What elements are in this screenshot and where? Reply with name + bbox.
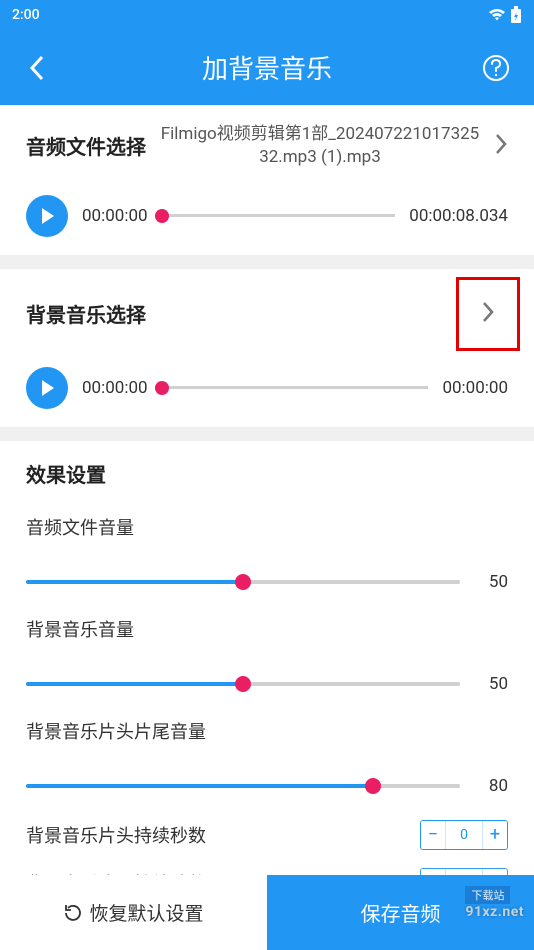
slider-thumb[interactable] [235, 676, 251, 692]
effects-title: 效果设置 [26, 459, 508, 488]
chevron-right-icon [494, 132, 508, 160]
back-button[interactable] [20, 50, 56, 86]
bg-music-player: 00:00:00 00:00:00 [26, 367, 508, 409]
help-button[interactable] [478, 50, 514, 86]
bg-progress-thumb[interactable] [155, 381, 169, 395]
bg-current-time: 00:00:00 [82, 378, 148, 398]
audio-file-row[interactable]: 音频文件选择 Filmigo视频剪辑第1部_20240722101732532.… [26, 123, 508, 169]
wifi-icon [488, 8, 506, 22]
audio-player: 00:00:00 00:00:08.034 [26, 195, 508, 237]
stepper-minus[interactable]: − [421, 821, 445, 849]
bg-total-time: 00:00:00 [442, 378, 508, 398]
slider-thumb[interactable] [365, 778, 381, 794]
stepper-value[interactable]: 0 [445, 821, 483, 849]
audio-file-card: 音频文件选择 Filmigo视频剪辑第1部_20240722101732532.… [0, 105, 534, 255]
total-time: 00:00:08.034 [409, 206, 508, 226]
save-audio-button[interactable]: 保存音频 [267, 875, 534, 950]
slider-value: 50 [478, 572, 508, 592]
slider-track[interactable] [26, 580, 460, 584]
chevron-right-icon [481, 309, 495, 328]
slider-track[interactable] [26, 682, 460, 686]
slider-bgm-volume: 背景音乐音量 50 [26, 616, 508, 694]
stepper-plus[interactable]: + [483, 821, 507, 849]
slider-thumb[interactable] [235, 574, 251, 590]
highlight-annotation [456, 277, 520, 351]
slider-intro-outro-volume: 背景音乐片头片尾音量 80 [26, 718, 508, 796]
play-button[interactable] [26, 195, 68, 237]
slider-track[interactable] [26, 784, 460, 788]
battery-icon [510, 6, 522, 24]
slider-audio-volume: 音频文件音量 50 [26, 514, 508, 592]
status-icons [488, 6, 522, 24]
audio-progress-thumb[interactable] [155, 209, 169, 223]
stepper-control: − 0 + [420, 820, 508, 850]
play-button[interactable] [26, 367, 68, 409]
slider-label: 音频文件音量 [26, 514, 508, 540]
play-icon [37, 378, 57, 398]
current-time: 00:00:00 [82, 206, 148, 226]
chevron-left-icon [28, 53, 48, 83]
stepper-outro-duration: 背景音乐片尾持续秒数 − 0 + [26, 868, 508, 875]
restore-label: 恢复默认设置 [89, 899, 203, 926]
bg-music-card: 背景音乐选择 00:00:00 00:00:00 [0, 269, 534, 427]
bottom-bar: 恢复默认设置 保存音频 [0, 875, 534, 950]
page-title: 加背景音乐 [56, 49, 478, 86]
slider-value: 80 [478, 776, 508, 796]
play-icon [37, 206, 57, 226]
help-icon [482, 54, 510, 82]
slider-label: 背景音乐片头片尾音量 [26, 718, 508, 744]
status-time: 2:00 [12, 7, 40, 23]
restore-icon [63, 903, 83, 923]
bg-music-label: 背景音乐选择 [26, 299, 146, 328]
bg-progress-track[interactable] [162, 386, 429, 389]
audio-progress-track[interactable] [162, 214, 396, 217]
stepper-label: 背景音乐片头持续秒数 [26, 822, 206, 848]
audio-file-label: 音频文件选择 [26, 131, 146, 160]
save-label: 保存音频 [361, 898, 441, 927]
content-area: 音频文件选择 Filmigo视频剪辑第1部_20240722101732532.… [0, 105, 534, 875]
app-header: 加背景音乐 [0, 30, 534, 105]
stepper-intro-duration: 背景音乐片头持续秒数 − 0 + [26, 820, 508, 850]
audio-file-value: Filmigo视频剪辑第1部_20240722101732532.mp3 (1)… [156, 123, 484, 169]
stepper-control: − 0 + [420, 868, 508, 875]
slider-value: 50 [478, 674, 508, 694]
bg-music-row[interactable]: 背景音乐选择 [26, 287, 508, 341]
restore-defaults-button[interactable]: 恢复默认设置 [0, 875, 267, 950]
slider-label: 背景音乐音量 [26, 616, 508, 642]
status-bar: 2:00 [0, 0, 534, 30]
effects-card: 效果设置 音频文件音量 50 背景音乐音量 50 背景音乐片 [0, 441, 534, 875]
